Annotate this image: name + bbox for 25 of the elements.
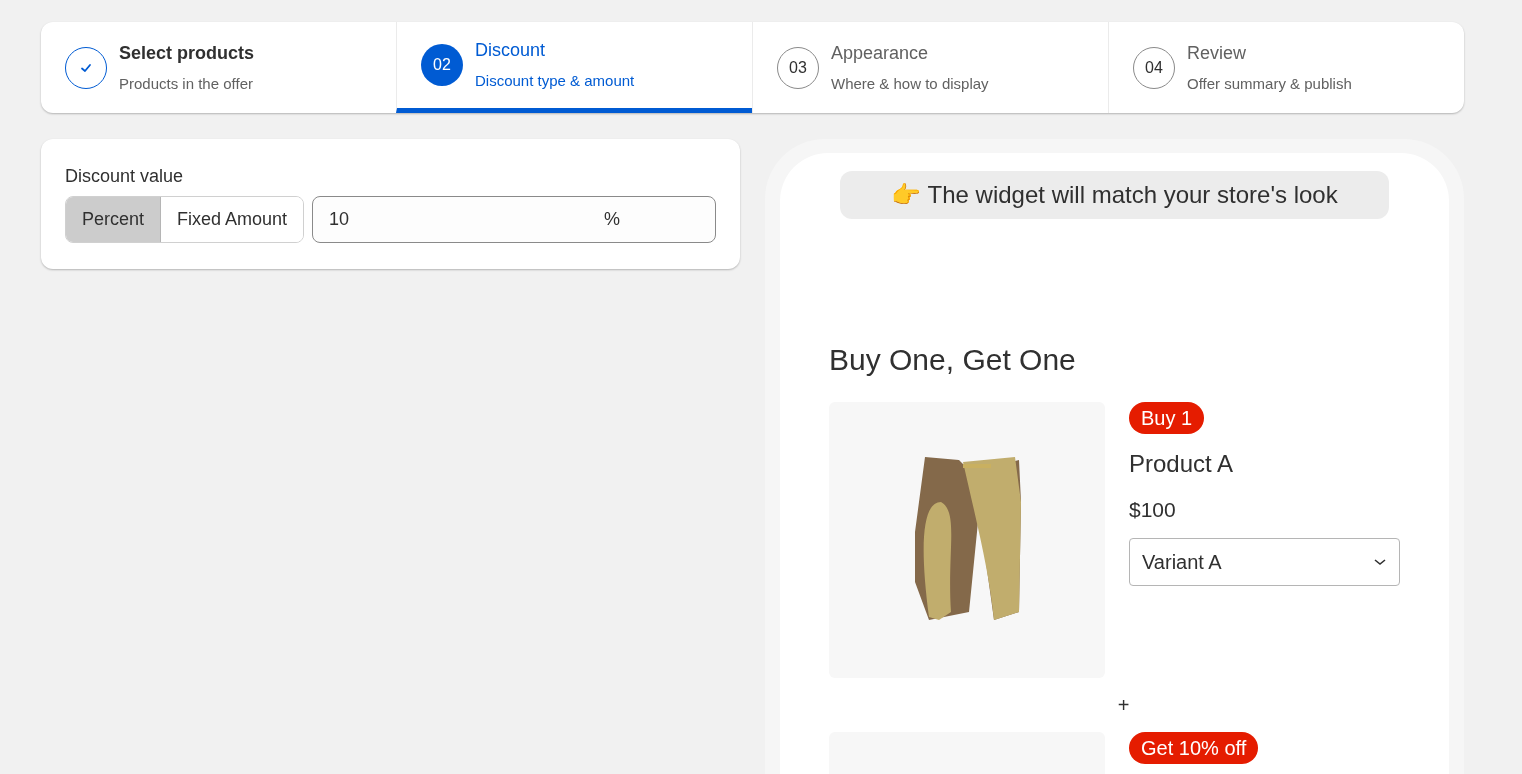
- step-subtitle: Where & how to display: [831, 73, 989, 94]
- offer-badge: Get 10% off: [1129, 732, 1259, 764]
- step-tab[interactable]: 02 Discount Discount type & amount: [396, 22, 752, 113]
- plus-separator: +: [1117, 693, 1130, 718]
- step-number: 02: [421, 44, 463, 86]
- field-label: Discount value: [65, 165, 185, 188]
- product-name: Product A: [1129, 449, 1234, 479]
- info-banner: 👉 The widget will match your store's look: [840, 171, 1389, 219]
- step-subtitle: Products in the offer: [119, 73, 254, 94]
- discount-type-option[interactable]: Percent: [66, 197, 162, 242]
- step-tab[interactable]: 03 Appearance Where & how to display: [752, 22, 1108, 113]
- discount-input[interactable]: 10 %: [312, 196, 716, 243]
- step-subtitle: Discount type & amount: [475, 71, 635, 92]
- step-title: Appearance: [831, 41, 930, 65]
- step-tab[interactable]: 04 Review Offer summary & publish: [1108, 22, 1464, 113]
- step-title: Review: [1187, 41, 1248, 65]
- product-price: $100: [1129, 497, 1176, 523]
- variant-select[interactable]: Variant A: [1129, 537, 1400, 586]
- chevron-down-icon: [1373, 556, 1387, 567]
- step-title: Select products: [119, 41, 255, 65]
- step-tab[interactable]: Select products Products in the offer: [41, 22, 396, 113]
- step-title: Discount: [475, 39, 547, 63]
- step-subtitle: Offer summary & publish: [1187, 73, 1352, 94]
- offer-badge: Buy 1: [1129, 402, 1205, 434]
- offer-title: Buy One, Get One: [829, 342, 1077, 378]
